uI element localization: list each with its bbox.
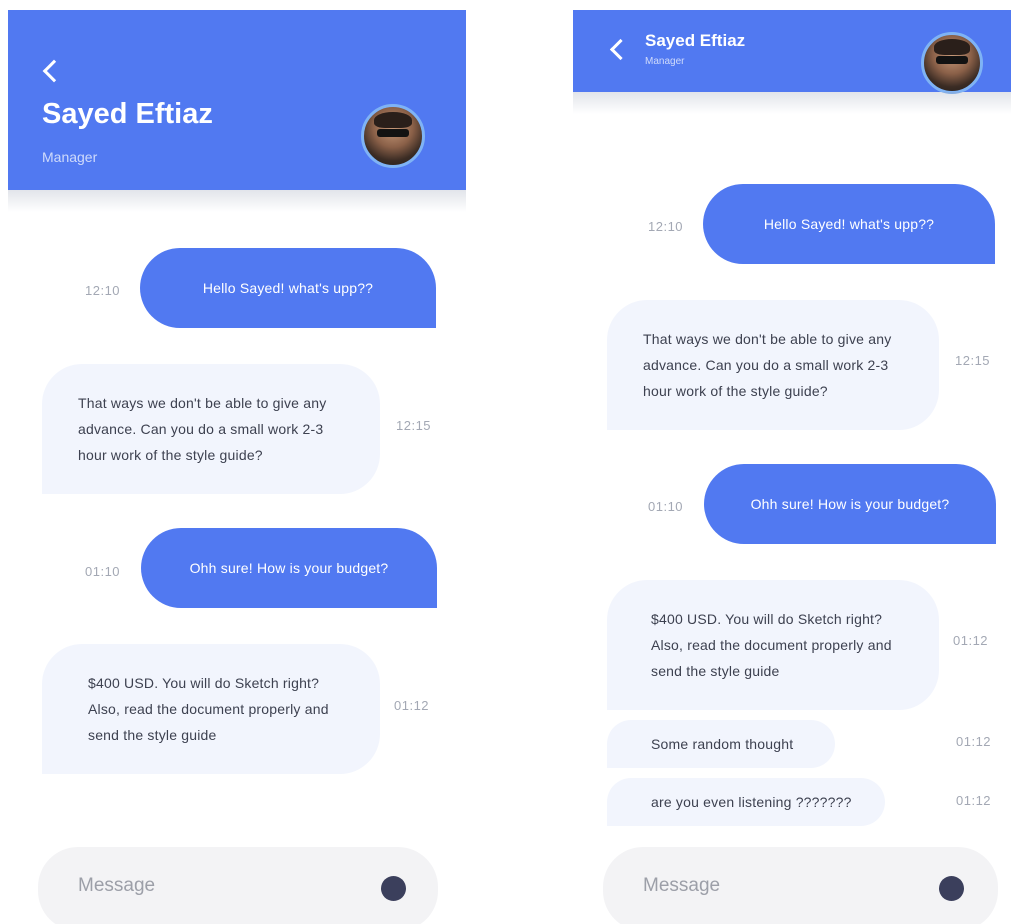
message-bubble-outgoing[interactable]: Hello Sayed! what's upp?? — [703, 184, 995, 264]
message-time: 12:15 — [955, 353, 991, 368]
chevron-left-icon[interactable] — [609, 38, 632, 61]
send-icon[interactable] — [381, 876, 406, 901]
header-shadow — [573, 92, 1011, 114]
message-bubble-incoming[interactable]: That ways we don't be able to give any a… — [42, 364, 380, 494]
message-input[interactable] — [78, 875, 328, 897]
chevron-left-icon[interactable] — [42, 59, 66, 83]
send-icon[interactable] — [939, 876, 964, 901]
chat-header: Sayed Eftiaz Manager — [8, 10, 466, 190]
message-bubble-outgoing[interactable]: Ohh sure! How is your budget? — [141, 528, 437, 608]
avatar[interactable] — [921, 32, 983, 94]
message-time: 01:10 — [85, 564, 121, 579]
message-time: 01:12 — [956, 793, 992, 808]
message-time: 01:12 — [956, 734, 992, 749]
chat-screen-large-header: Sayed Eftiaz Manager 12:10 Hello Sayed! … — [8, 0, 466, 924]
message-bubble-incoming[interactable]: That ways we don't be able to give any a… — [607, 300, 939, 430]
message-time: 12:10 — [85, 283, 121, 298]
message-time: 01:12 — [394, 698, 430, 713]
message-bubble-incoming[interactable]: are you even listening ??????? — [607, 778, 885, 826]
message-time: 01:10 — [648, 499, 684, 514]
message-time: 12:10 — [648, 219, 684, 234]
contact-name: Sayed Eftiaz — [42, 98, 213, 130]
avatar[interactable] — [361, 104, 425, 168]
contact-role: Manager — [645, 56, 685, 67]
message-composer — [38, 847, 438, 924]
message-bubble-incoming[interactable]: $400 USD. You will do Sketch right? Also… — [42, 644, 380, 774]
avatar-hair — [934, 39, 970, 56]
avatar-glasses — [936, 56, 968, 65]
message-bubble-incoming[interactable]: $400 USD. You will do Sketch right? Also… — [607, 580, 939, 710]
avatar-hair — [374, 111, 412, 128]
message-composer — [603, 847, 998, 924]
header-shadow — [8, 190, 466, 212]
contact-role: Manager — [42, 149, 98, 165]
message-bubble-outgoing[interactable]: Hello Sayed! what's upp?? — [140, 248, 436, 328]
avatar-glasses — [376, 129, 410, 138]
message-bubble-incoming[interactable]: Some random thought — [607, 720, 835, 768]
message-time: 01:12 — [953, 633, 989, 648]
contact-name: Sayed Eftiaz — [645, 31, 746, 50]
message-input[interactable] — [643, 875, 893, 897]
message-bubble-outgoing[interactable]: Ohh sure! How is your budget? — [704, 464, 996, 544]
message-time: 12:15 — [396, 418, 432, 433]
chat-header: Sayed Eftiaz Manager — [573, 10, 1011, 94]
chat-screen-compact-header: Sayed Eftiaz Manager 12:10 Hello Sayed! … — [573, 0, 1011, 924]
